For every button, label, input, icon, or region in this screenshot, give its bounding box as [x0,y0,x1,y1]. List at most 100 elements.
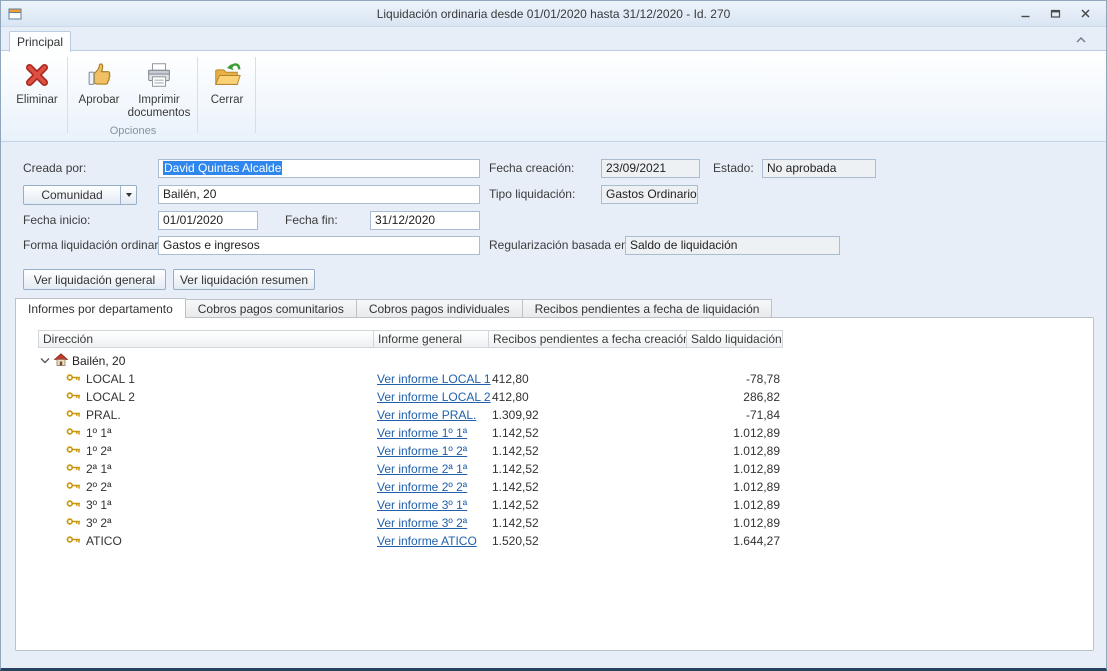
recibos-value: 1.142,52 [488,444,686,458]
content-area: Creada por: David Quintas Alcalde Fecha … [1,143,1106,668]
department-label: 2ª 1ª [86,462,112,476]
minimize-icon[interactable] [1018,7,1032,21]
informe-link[interactable]: Ver informe 2º 2ª [377,480,467,494]
ribbon-separator [255,57,256,133]
key-icon [66,426,81,440]
informe-link[interactable]: Ver informe 1º 1ª [377,426,467,440]
estado-label: Estado: [713,159,754,178]
regularizacion-label: Regularización basada en: [489,236,631,255]
saldo-value: 1.644,27 [686,534,783,548]
column-header-recibos-pendientes[interactable]: Recibos pendientes a fecha creación [489,331,687,347]
saldo-value: 1.012,89 [686,480,783,494]
key-icon [66,516,81,530]
fecha-inicio-label: Fecha inicio: [23,211,90,230]
close-icon[interactable] [1078,7,1092,21]
fecha-creacion-field[interactable]: 23/09/2021 [601,159,700,178]
saldo-value: 1.012,89 [686,516,783,530]
imprimir-documentos-label: Imprimir documentos [125,94,193,120]
saldo-value: 1.012,89 [686,444,783,458]
ribbon: Eliminar Aprobar [1,50,1106,142]
collapse-group-icon[interactable] [40,354,50,368]
fecha-creacion-label: Fecha creación: [489,159,574,178]
eliminar-button[interactable]: Eliminar [9,58,65,107]
grid-header: Dirección Informe general Recibos pendie… [38,330,783,348]
informe-link[interactable]: Ver informe ATICO [377,534,477,548]
departments-grid: Dirección Informe general Recibos pendie… [38,330,783,550]
table-row: 1º 2ª Ver informe 1º 2ª 1.142,52 1.012,8… [38,442,783,460]
comunidad-dropdown-button[interactable]: Comunidad [23,185,137,205]
table-row: ATICO Ver informe ATICO 1.520,52 1.644,2… [38,532,783,550]
department-label: 3º 1ª [86,498,112,512]
key-icon [66,462,81,476]
app-icon [7,6,23,22]
saldo-value: 1.012,89 [686,426,783,440]
informe-link[interactable]: Ver informe 3º 2ª [377,516,467,530]
recibos-value: 1.520,52 [488,534,686,548]
recibos-value: 1.142,52 [488,462,686,476]
key-icon [66,390,81,404]
window-title: Liquidación ordinaria desde 01/01/2020 h… [1,7,1106,21]
key-icon [66,408,81,422]
saldo-value: -78,78 [686,372,783,386]
tab-recibos-pendientes[interactable]: Recibos pendientes a fecha de liquidació… [522,299,773,318]
tab-informes-por-departamento[interactable]: Informes por departamento [15,298,186,318]
creada-por-field[interactable]: David Quintas Alcalde [158,159,480,178]
informe-link[interactable]: Ver informe LOCAL 2 [377,390,491,404]
regularizacion-field[interactable]: Saldo de liquidación [625,236,840,255]
informe-link[interactable]: Ver informe 1º 2ª [377,444,467,458]
department-label: 3º 2ª [86,516,112,530]
department-label: LOCAL 1 [86,372,135,386]
restore-icon[interactable] [1048,7,1062,21]
chevron-down-icon[interactable] [120,186,136,204]
title-bar: Liquidación ordinaria desde 01/01/2020 h… [1,1,1106,27]
aprobar-button[interactable]: Aprobar [73,58,125,107]
tab-cobros-pagos-individuales[interactable]: Cobros pagos individuales [356,299,522,318]
column-header-saldo-liquidacion[interactable]: Saldo liquidación [687,331,784,347]
imprimir-documentos-button[interactable]: Imprimir documentos [125,58,193,120]
column-header-direccion[interactable]: Dirección [39,331,374,347]
app-window: Liquidación ordinaria desde 01/01/2020 h… [0,0,1107,671]
approve-icon [82,58,116,92]
recibos-value: 412,80 [488,390,686,404]
forma-liquidacion-field[interactable]: Gastos e ingresos [158,236,480,255]
column-header-informe-general[interactable]: Informe general [374,331,489,347]
saldo-value: 286,82 [686,390,783,404]
cerrar-label: Cerrar [211,94,244,107]
detail-tabs: Informes por departamento Cobros pagos c… [15,298,772,318]
informe-link[interactable]: Ver informe LOCAL 1 [377,372,491,386]
print-icon [142,58,176,92]
department-label: PRAL. [86,408,121,422]
recibos-value: 412,80 [488,372,686,386]
tab-cobros-pagos-comunitarios[interactable]: Cobros pagos comunitarios [186,299,356,318]
department-label: ATICO [86,534,122,548]
recibos-value: 1.142,52 [488,498,686,512]
collapse-ribbon-icon[interactable] [1072,32,1090,48]
aprobar-label: Aprobar [79,94,120,107]
tipo-liquidacion-field[interactable]: Gastos Ordinarios [601,185,698,204]
key-icon [66,498,81,512]
recibos-value: 1.142,52 [488,426,686,440]
fecha-fin-field[interactable]: 31/12/2020 [370,211,480,230]
ver-liquidacion-resumen-button[interactable]: Ver liquidación resumen [173,269,315,290]
group-row[interactable]: Bailén, 20 [38,352,783,370]
recibos-value: 1.142,52 [488,516,686,530]
forma-liquidacion-label: Forma liquidación ordinaria: [23,236,171,255]
tab-principal[interactable]: Principal [9,31,71,52]
creada-por-label: Creada por: [23,159,86,178]
ver-liquidacion-general-button[interactable]: Ver liquidación general [23,269,166,290]
delete-icon [20,58,54,92]
estado-field[interactable]: No aprobada [762,159,876,178]
saldo-value: 1.012,89 [686,462,783,476]
selected-text: David Quintas Alcalde [163,161,282,175]
ribbon-tab-row: Principal [1,27,1106,51]
fecha-inicio-field[interactable]: 01/01/2020 [158,211,258,230]
grid-body: Bailén, 20 LOCAL 1 Ver informe LOCAL 1 4… [38,352,783,550]
informe-link[interactable]: Ver informe PRAL. [377,408,476,422]
informe-link[interactable]: Ver informe 3º 1ª [377,498,467,512]
table-row: 3º 1ª Ver informe 3º 1ª 1.142,52 1.012,8… [38,496,783,514]
informe-link[interactable]: Ver informe 2ª 1ª [377,462,467,476]
key-icon [66,480,81,494]
comunidad-field[interactable]: Bailén, 20 [158,185,480,204]
saldo-value: 1.012,89 [686,498,783,512]
cerrar-button[interactable]: Cerrar [201,58,253,107]
